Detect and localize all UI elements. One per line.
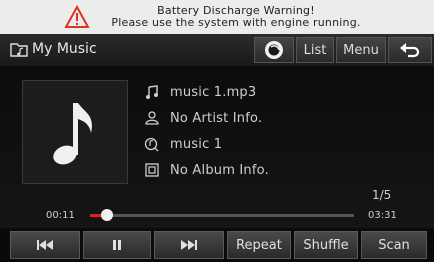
total-time: 03:31 [368,210,397,221]
track-artist: No Artist Info. [170,110,263,126]
repeat-button[interactable]: Repeat [227,231,291,259]
sound-settings-button[interactable] [254,37,294,63]
track-album: No Album Info. [170,162,269,178]
track-title: music 1 [170,136,223,152]
next-track-icon [181,240,197,250]
back-button[interactable] [388,37,432,63]
track-filename: music 1.mp3 [170,84,257,100]
info-artist: No Artist Info. [144,108,262,128]
scan-button[interactable]: Scan [361,231,427,259]
battery-warning-banner: Battery Discharge Warning! Please use th… [0,0,434,34]
menu-button[interactable]: Menu [336,37,386,63]
progress-slider[interactable] [90,209,354,221]
album-icon [145,163,159,177]
music-note-icon [53,103,92,165]
page-title: My Music [32,41,97,57]
song-title-icon [144,137,159,152]
list-button[interactable]: List [296,37,334,63]
back-arrow-icon [400,43,420,58]
info-title: music 1 [144,134,222,154]
info-file: music 1.mp3 [144,82,256,102]
music-note-icon [146,85,158,99]
warning-message: Battery Discharge Warning! Please use th… [111,5,360,29]
album-art [22,80,128,184]
artist-icon [145,111,159,125]
previous-button[interactable] [10,231,80,259]
pause-icon [113,240,121,250]
title-bar: My Music List Menu [0,34,434,66]
music-folder-icon [10,43,28,57]
progress-thumb[interactable] [100,209,113,221]
track-counter: 1/5 [372,188,392,202]
pause-button[interactable] [83,231,151,259]
previous-track-icon [37,240,53,250]
shuffle-button[interactable]: Shuffle [294,231,358,259]
elapsed-time: 00:11 [46,210,75,221]
sound-icon [265,41,283,59]
control-bar: Repeat Shuffle Scan [0,228,434,262]
next-button[interactable] [154,231,224,259]
now-playing-panel: music 1.mp3 No Artist Info. music 1 No A… [0,66,434,228]
warning-icon [64,5,90,28]
info-album: No Album Info. [144,160,269,180]
warning-detail: Please use the system with engine runnin… [111,16,361,29]
